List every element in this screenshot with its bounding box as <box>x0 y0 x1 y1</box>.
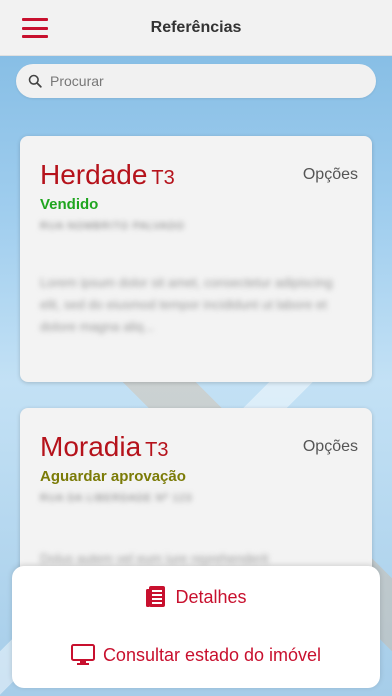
app-screen: Referências HerdadeT3 Opções Vendido RUA… <box>0 0 392 696</box>
document-list-icon <box>146 586 166 607</box>
options-button[interactable]: Opções <box>303 166 358 184</box>
hamburger-menu-icon[interactable] <box>22 18 48 38</box>
page-title: Referências <box>150 18 242 36</box>
action-sheet: Detalhes Consultar estado do imóvel <box>12 566 380 688</box>
property-name: Moradia <box>40 431 142 462</box>
check-status-label: Consultar estado do imóvel <box>102 644 322 665</box>
check-property-status-button[interactable]: Consultar estado do imóvel <box>12 642 380 668</box>
status-badge: Aguardar aprovação <box>40 468 186 485</box>
property-card[interactable]: Herdade T3 Opções Vendido RUA NOMBRITO PA… <box>20 136 372 382</box>
options-button[interactable]: Opções <box>303 438 358 456</box>
property-address: RUA DA LIBERDADE Nº 123 <box>40 493 193 504</box>
search-icon <box>28 74 42 88</box>
property-name: Herdade <box>40 159 148 190</box>
top-bar: Referências <box>0 0 392 56</box>
status-badge: Vendido <box>40 196 99 213</box>
details-label: Detalhes <box>175 586 247 607</box>
search-bar[interactable] <box>16 64 376 98</box>
monitor-icon <box>70 644 95 665</box>
property-type: T3 <box>145 439 169 461</box>
details-button[interactable]: Detalhes <box>12 584 380 610</box>
property-type: T3 <box>151 167 175 189</box>
search-input[interactable] <box>50 73 350 89</box>
property-description: Lorem ipsum dolor sit amet, consectetur … <box>40 275 333 334</box>
property-address: RUA NOMBRITO PALVADO <box>40 221 185 232</box>
